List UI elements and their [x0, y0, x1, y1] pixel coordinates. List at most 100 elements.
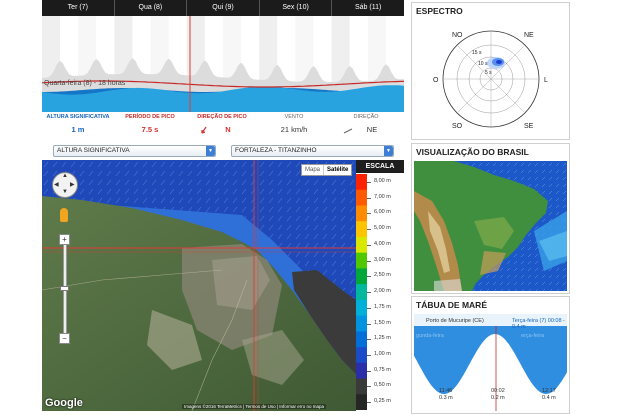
scale-tick [367, 213, 371, 215]
tide-extreme-height: 0.4 m [542, 395, 556, 401]
map-type-control: Mapa Satélite [301, 164, 353, 176]
compass-se: SE [524, 123, 534, 130]
scale-tick [367, 386, 371, 388]
scale-tick [367, 276, 371, 278]
tide-extreme-time: 00:02 [491, 388, 505, 394]
zoom-slider-handle[interactable] [60, 286, 69, 291]
scale-tick [367, 292, 371, 293]
scale-tick [367, 323, 371, 325]
scale-tick [367, 402, 371, 404]
scale-title: ESCALA [356, 160, 404, 173]
map-type-satellite-button[interactable]: Satélite [323, 165, 351, 175]
compass-w: O [433, 77, 439, 84]
scale-label: 0,25 m [374, 398, 391, 405]
scale-label: 1,00 m [374, 350, 391, 357]
scale-label: 2,50 m [374, 272, 391, 279]
scale-tick [367, 197, 371, 199]
time-caption: Quarta-feira (8) - 18 horas [44, 80, 126, 87]
map-type-mapa-button[interactable]: Mapa [302, 165, 323, 175]
pan-up-icon[interactable]: ▲ [62, 173, 68, 179]
forecast-chart[interactable]: Ter (7) Qua (8) Qui (9) Sex (10) Sáb (11… [42, 0, 404, 140]
tide-extreme-time: 11:46 [439, 388, 453, 394]
chevron-down-icon: ▼ [384, 146, 393, 156]
metric-label-height: ALTURA SIGNIFICATIVA [46, 114, 110, 120]
scale-tick [367, 244, 371, 246]
location-select-value: FORTALEZA - TITANZINHO [235, 147, 317, 154]
metric-value-wind: 21 km/h [280, 125, 308, 134]
brazil-wave-map[interactable] [414, 161, 567, 291]
scale-legend: ESCALA 8,00 m 7,00 m 6,00 m 5,00 m 4,00 m 3,0… [356, 160, 404, 411]
scale-tick [367, 260, 371, 262]
compass-ne: NE [524, 32, 534, 39]
street-view-pegman-icon[interactable] [60, 208, 68, 222]
scale-label: 5,00 m [374, 225, 391, 232]
tide-ghost-day-left: gunda-feira [416, 333, 444, 339]
ring-label-10s: 10 s [478, 61, 488, 67]
spectrum-energy-peak [496, 60, 502, 64]
tide-extreme-time: 12:17 [542, 388, 556, 394]
scale-label: 4,00 m [374, 240, 391, 247]
tide-ghost-day-right: erça-feira [521, 333, 545, 339]
day-label[interactable]: Sex (10) [258, 0, 332, 16]
metric-label-wind-direction: DIREÇÃO [353, 114, 379, 120]
scale-tick [367, 354, 371, 356]
direction-arrow-icon [201, 126, 207, 134]
metric-label-direction: DIREÇÃO DE PICO [197, 114, 247, 120]
scale-label: 3,00 m [374, 256, 391, 263]
location-select[interactable]: FORTALEZA - TITANZINHO ▼ [231, 145, 394, 157]
tide-port-name: Porto de Mucuripe (CE) [426, 318, 484, 324]
scale-label: 1,25 m [374, 335, 391, 342]
compass-e: L [544, 77, 548, 84]
metric-label-period: PERÍODO DE PICO [125, 114, 175, 120]
compass-nw: NO [452, 32, 463, 39]
scale-labels: 8,00 m 7,00 m 6,00 m 5,00 m 4,00 m 3,00 m 2,50… [356, 174, 404, 410]
metric-value-wind-direction: NE [330, 125, 402, 134]
zoom-in-button[interactable]: + [59, 234, 70, 245]
ring-label-5s: 5 s [485, 70, 492, 76]
metric-select[interactable]: ALTURA SIGNIFICATIVA ▼ [53, 145, 216, 157]
tide-panel: TÁBUA DE MARÉ Porto de Mucuripe (CE) Ter… [411, 296, 570, 414]
direction-value: N [225, 125, 231, 134]
scale-label: 1,75 m [374, 303, 391, 310]
tide-current-reading: Terça-feira (7) 00:08 - 0.4 m [512, 318, 565, 330]
day-label[interactable]: Ter (7) [42, 0, 114, 16]
metric-label-wind: VENTO [284, 114, 304, 120]
scale-label: 8,00 m [374, 177, 391, 184]
pan-control-icon[interactable]: ▲ ▼ ◀ ▶ [52, 172, 78, 198]
metric-labels: ALTURA SIGNIFICATIVA PERÍODO DE PICO DIR… [42, 114, 404, 124]
map-canvas[interactable] [42, 160, 356, 411]
scale-label: 0,75 m [374, 366, 391, 373]
pan-left-icon[interactable]: ◀ [54, 181, 59, 188]
day-bar: Ter (7) Qua (8) Qui (9) Sex (10) Sáb (11… [42, 0, 404, 16]
google-logo: Google [45, 397, 83, 409]
day-label[interactable]: Qui (9) [186, 0, 259, 16]
scale-tick [367, 181, 371, 183]
scale-tick [367, 370, 371, 372]
scale-tick [367, 339, 371, 341]
spectrum-title: ESPECTRO [416, 6, 463, 16]
tide-title: TÁBUA DE MARÉ [416, 300, 487, 310]
scale-label: 2,00 m [374, 288, 391, 294]
zoom-out-button[interactable]: − [59, 333, 70, 344]
chevron-down-icon: ▼ [206, 146, 215, 156]
wind-direction-value: NE [366, 125, 378, 134]
pan-down-icon[interactable]: ▼ [62, 189, 68, 195]
metric-values: 1 m 7.5 s N 21 km/h NE [42, 125, 404, 137]
spectrum-panel: ESPECTRO NO NE O L SO SE 15 s 10 s 5 s [411, 2, 570, 140]
scale-label: 0,50 m [374, 382, 391, 389]
wave-spectrum-polar: NO NE O L SO SE 15 s 10 s 5 s [433, 30, 548, 130]
scale-label: 7,00 m [374, 193, 391, 200]
wave-forecast-graph[interactable] [42, 16, 404, 112]
map-credits[interactable]: Imagens ©2016 TerraMetrics | Termos de U… [182, 404, 327, 409]
scale-label: 6,00 m [374, 209, 391, 216]
day-label[interactable]: Qua (8) [113, 0, 187, 16]
day-label[interactable]: Sáb (11) [331, 0, 404, 16]
metric-value-height: 1 m [71, 125, 85, 134]
brazil-title: VISUALIZAÇÃO DO BRASIL [416, 147, 529, 157]
ring-label-15s: 15 s [472, 50, 482, 56]
metric-value-direction: N [186, 125, 258, 134]
metric-value-period: 7.5 s [141, 125, 159, 134]
wind-arrow-icon [343, 128, 353, 134]
wave-map[interactable]: Mapa Satélite ▲ ▼ ◀ ▶ + − Google Imagens… [42, 160, 356, 411]
pan-right-icon[interactable]: ▶ [70, 181, 75, 188]
